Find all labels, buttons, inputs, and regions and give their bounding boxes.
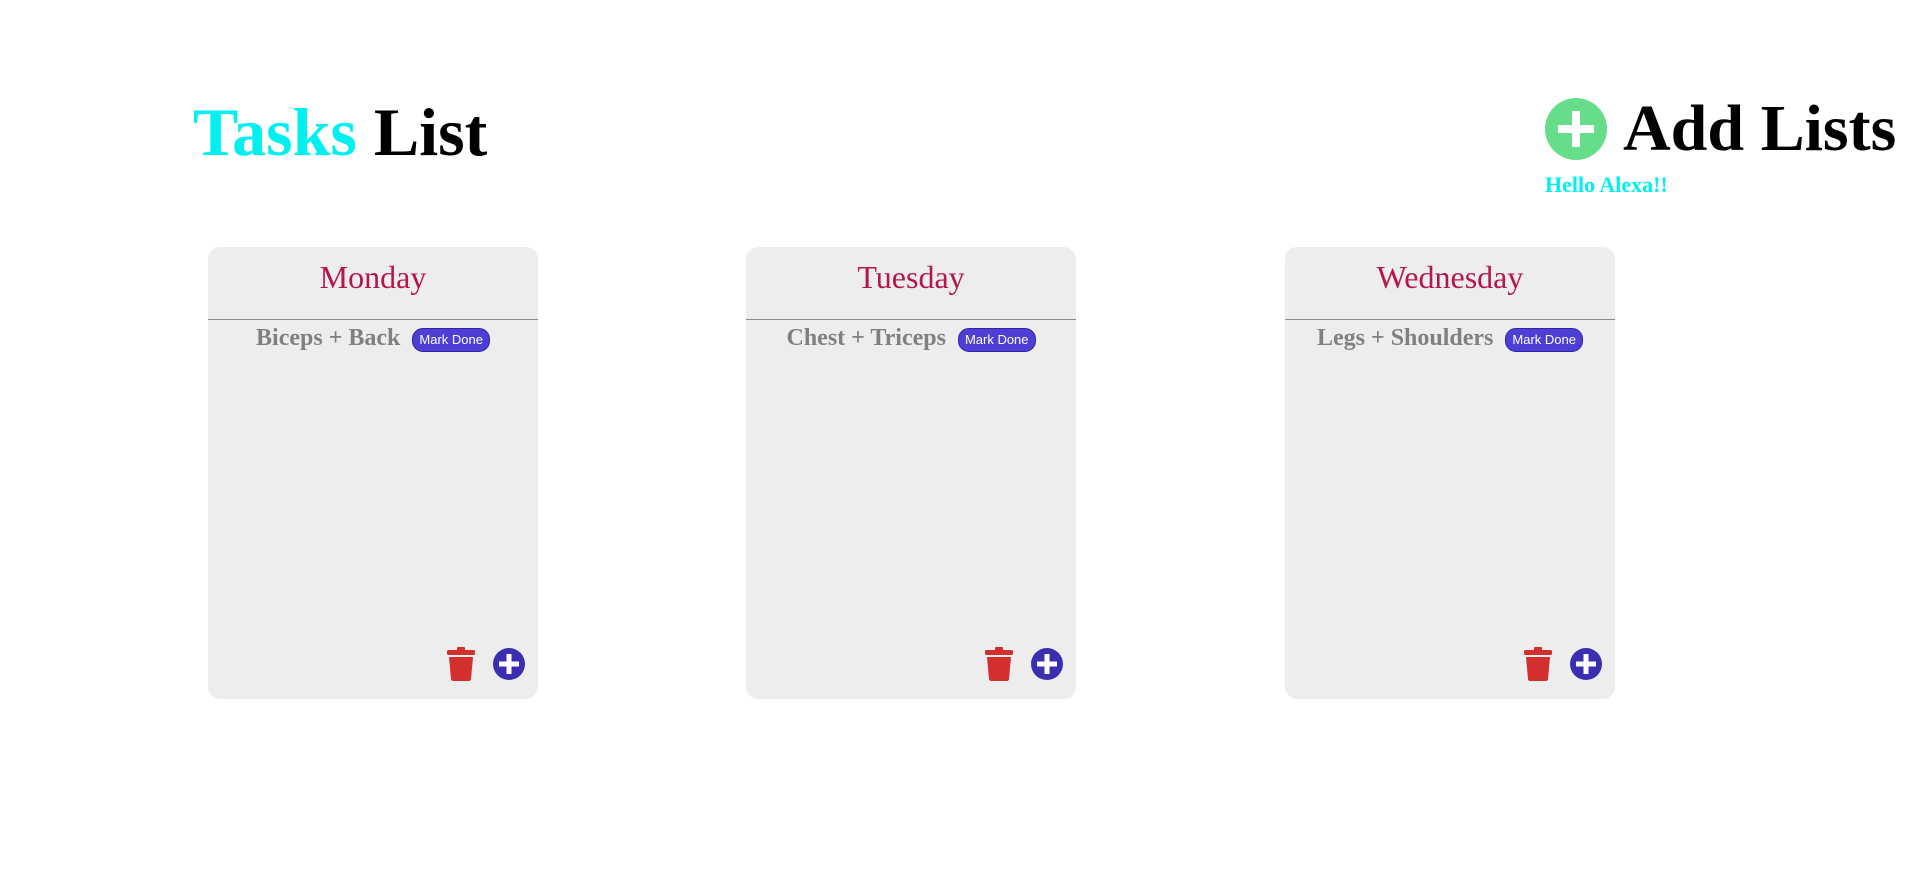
add-task-button[interactable] [1030, 647, 1064, 681]
list-title: Monday [208, 247, 538, 320]
list-card-monday: Monday Biceps + Back Mark Done [208, 247, 538, 699]
list-actions [1521, 647, 1603, 681]
add-task-button[interactable] [492, 647, 526, 681]
mark-done-button[interactable]: Mark Done [412, 328, 490, 352]
add-task-button[interactable] [1569, 647, 1603, 681]
list-title: Tuesday [746, 247, 1076, 320]
task-item: Chest + Triceps Mark Done [746, 324, 1076, 352]
delete-list-button[interactable] [982, 647, 1016, 681]
task-text: Legs + Shoulders [1317, 324, 1494, 351]
trash-icon [1524, 647, 1552, 681]
mark-done-button[interactable]: Mark Done [1505, 328, 1583, 352]
page-title-accent: Tasks [193, 94, 357, 170]
plus-circle-icon [1545, 98, 1607, 160]
trash-icon [447, 647, 475, 681]
page-title-main: List [373, 94, 488, 170]
add-lists-button[interactable]: Add Lists [1545, 92, 1897, 165]
list-card-tuesday: Tuesday Chest + Triceps Mark Done [746, 247, 1076, 699]
list-title: Wednesday [1285, 247, 1615, 320]
plus-circle-icon [493, 648, 525, 680]
task-item: Legs + Shoulders Mark Done [1285, 324, 1615, 352]
delete-list-button[interactable] [1521, 647, 1555, 681]
list-actions [444, 647, 526, 681]
plus-circle-icon [1031, 648, 1063, 680]
page-title: Tasks List [193, 92, 487, 172]
list-actions [982, 647, 1064, 681]
task-text: Biceps + Back [256, 324, 401, 351]
delete-list-button[interactable] [444, 647, 478, 681]
mark-done-button[interactable]: Mark Done [957, 328, 1036, 352]
plus-circle-icon [1570, 648, 1602, 680]
trash-icon [985, 647, 1013, 681]
user-greeting: Hello Alexa!! [1545, 172, 1668, 197]
task-item: Biceps + Back Mark Done [208, 324, 538, 352]
task-text: Chest + Triceps [786, 324, 946, 351]
add-lists-label: Add Lists [1623, 92, 1897, 165]
list-card-wednesday: Wednesday Legs + Shoulders Mark Done [1285, 247, 1615, 699]
tasks-app: Tasks List Add Lists Hello Alexa!! Monda… [0, 0, 1920, 882]
